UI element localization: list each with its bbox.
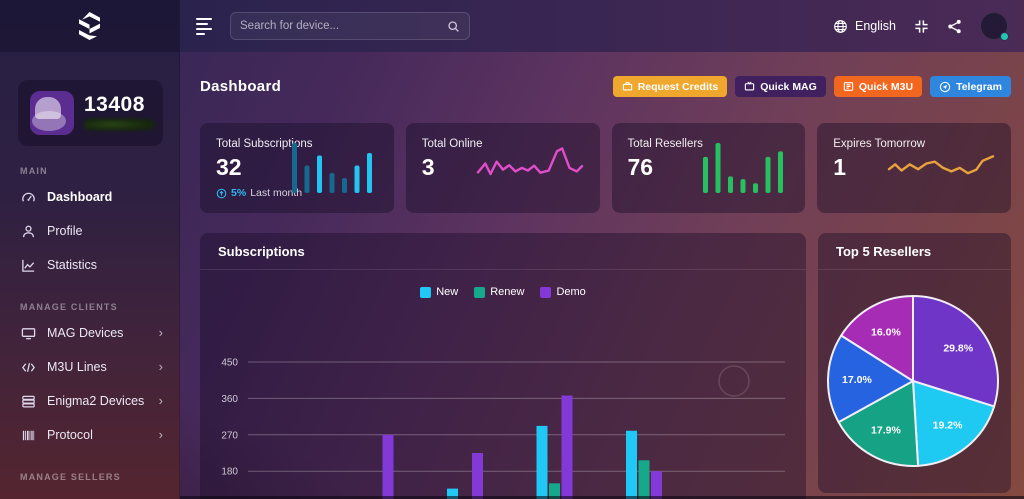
user-avatar-menu[interactable]	[980, 12, 1008, 40]
nav-section-main: MAIN	[20, 166, 179, 176]
nav-section-manage-clients: MANAGE CLIENTS	[20, 302, 179, 312]
subscriptions-panel-title: Subscriptions	[200, 233, 806, 270]
telegram-button[interactable]: Telegram	[930, 76, 1011, 97]
sidebar-item-label: Enigma2 Devices	[47, 394, 144, 408]
tv-icon	[744, 81, 755, 92]
playlist-icon	[843, 81, 854, 92]
svg-text:17.9%: 17.9%	[871, 425, 901, 437]
topbar: English	[180, 0, 1024, 52]
chevron-right-icon: ›	[159, 362, 163, 372]
stat-value: 76	[628, 154, 703, 181]
quick-m3u-button[interactable]: Quick M3U	[834, 76, 922, 97]
request-credits-button[interactable]: Request Credits	[613, 76, 728, 97]
svg-text:270: 270	[221, 430, 238, 441]
sidebar-item-dashboard[interactable]: Dashboard	[0, 180, 179, 214]
sidebar-item-label: Protocol	[47, 428, 93, 442]
sidebar: 13408 MAIN Dashboard Profile Statistics …	[0, 0, 180, 499]
subscriptions-bar-chart[interactable]: 090180270360450	[200, 298, 798, 499]
mini-line-chart	[885, 141, 997, 198]
online-status-dot	[1000, 32, 1009, 41]
svg-text:19.2%: 19.2%	[933, 420, 963, 432]
svg-text:17.0%: 17.0%	[842, 374, 872, 386]
telegram-icon	[939, 81, 951, 93]
language-selector[interactable]: English	[833, 19, 896, 34]
chart-icon	[20, 257, 36, 273]
user-id: 13408	[84, 95, 156, 115]
mini-bar-chart	[288, 141, 380, 200]
gauge-icon	[20, 189, 36, 205]
main-content: Dashboard Request Credits Quick MAG Quic…	[180, 52, 1024, 499]
subscriptions-panel: Subscriptions NewRenewDemo 0901802703604…	[200, 233, 806, 499]
sidebar-item-label: Dashboard	[47, 190, 112, 204]
user-icon	[20, 223, 36, 239]
chevron-right-icon: ›	[159, 396, 163, 406]
monitor-icon	[20, 325, 36, 341]
stat-card-expires-tomorrow[interactable]: Expires Tomorrow 1	[817, 123, 1011, 213]
page-title: Dashboard	[200, 78, 281, 95]
sidebar-header	[0, 0, 179, 52]
user-name-redacted	[84, 118, 156, 131]
chevron-right-icon: ›	[159, 328, 163, 338]
code-icon	[20, 359, 36, 375]
sidebar-item-label: M3U Lines	[47, 360, 107, 374]
svg-text:180: 180	[221, 467, 238, 478]
top-resellers-panel: Top 5 Resellers 29.8% 19.2% 17.9% 17.0% 16.0…	[818, 233, 1011, 493]
chevron-right-icon: ›	[159, 430, 163, 440]
top-resellers-pie-chart[interactable]: 29.8% 19.2% 17.9% 17.0% 16.0%	[818, 270, 1011, 493]
language-label: English	[855, 19, 896, 33]
sidebar-item-label: Profile	[47, 224, 82, 238]
trend-up-icon	[216, 188, 227, 199]
user-avatar	[30, 91, 74, 135]
share-icon[interactable]	[947, 19, 962, 34]
barcode-icon	[20, 427, 36, 443]
fullscreen-icon[interactable]	[914, 19, 929, 34]
menu-toggle-icon[interactable]	[196, 18, 216, 35]
legend-item[interactable]: Renew	[474, 286, 524, 298]
search-box	[230, 12, 470, 40]
server-icon	[20, 393, 36, 409]
quick-mag-button[interactable]: Quick MAG	[735, 76, 826, 97]
stat-title: Total Resellers	[628, 138, 703, 150]
svg-text:16.0%: 16.0%	[871, 326, 901, 338]
nav-section-manage-sellers: MANAGE SELLERS	[20, 472, 179, 482]
sidebar-item-enigma2-devices[interactable]: Enigma2 Devices ›	[0, 384, 179, 418]
stat-card-total-subscriptions[interactable]: Total Subscriptions 32 5% Last month	[200, 123, 394, 213]
search-icon[interactable]	[447, 20, 460, 33]
sidebar-item-label: MAG Devices	[47, 326, 123, 340]
stat-card-total-online[interactable]: Total Online 3	[406, 123, 600, 213]
sidebar-item-label: Statistics	[47, 258, 97, 272]
svg-text:360: 360	[221, 394, 238, 405]
legend-item[interactable]: Demo	[540, 286, 585, 298]
legend-item[interactable]: New	[420, 286, 458, 298]
stat-card-total-resellers[interactable]: Total Resellers 76	[612, 123, 806, 213]
sidebar-item-profile[interactable]: Profile	[0, 214, 179, 248]
globe-icon	[833, 19, 848, 34]
search-input[interactable]	[240, 20, 439, 32]
briefcase-icon	[622, 81, 633, 92]
sidebar-item-protocol[interactable]: Protocol ›	[0, 418, 179, 452]
app-logo-icon[interactable]	[76, 11, 103, 41]
mini-bar-chart	[699, 141, 791, 200]
svg-text:29.8%: 29.8%	[943, 342, 973, 354]
chart-legend[interactable]: New Renew Demo	[200, 286, 806, 298]
sidebar-item-statistics[interactable]: Statistics	[0, 248, 179, 282]
sidebar-item-m3u-lines[interactable]: M3U Lines ›	[0, 350, 179, 384]
mini-line-chart	[474, 141, 586, 198]
top-resellers-panel-title: Top 5 Resellers	[818, 233, 1011, 270]
sidebar-item-mag-devices[interactable]: MAG Devices ›	[0, 316, 179, 350]
svg-text:450: 450	[221, 358, 238, 369]
user-card[interactable]: 13408	[18, 80, 163, 146]
